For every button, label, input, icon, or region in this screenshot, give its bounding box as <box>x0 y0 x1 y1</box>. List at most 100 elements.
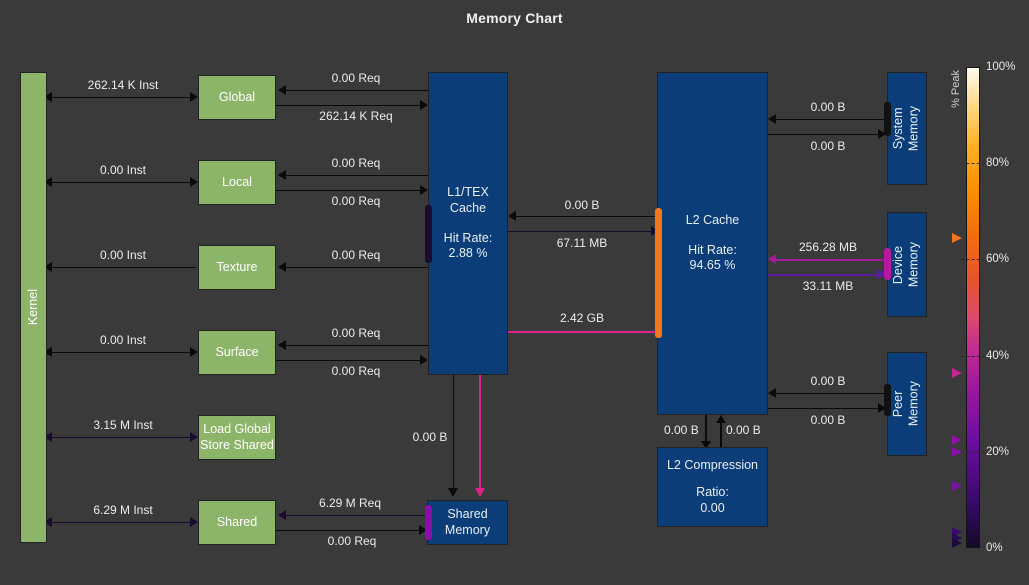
node-l1tex-cache[interactable]: L1/TEX Cache Hit Rate: 2.88 % <box>428 72 508 375</box>
node-shared[interactable]: Shared <box>198 500 276 545</box>
node-l2-compression[interactable]: L2 Compression Ratio: 0.00 <box>657 447 768 527</box>
node-local-label: Local <box>222 174 252 189</box>
node-shared-label: Shared <box>216 514 258 529</box>
edge-global-l1-out-arrow <box>420 100 428 110</box>
edge-l2-sys-in-arrow <box>768 114 776 124</box>
node-shared-memory-accent <box>425 505 432 540</box>
node-l2-compression-metric-label: Ratio: <box>696 485 729 500</box>
edge-kernel-texture-label: 0.00 Inst <box>99 248 147 262</box>
node-surface[interactable]: Surface <box>198 330 276 375</box>
node-system-memory-label: System Memory <box>891 105 921 152</box>
edge-l1-shared-memory-arrow <box>448 488 458 497</box>
edge-kernel-surface-label: 0.00 Inst <box>99 333 147 347</box>
colorbar-tick <box>961 451 985 453</box>
edge-l2-comp-down-line <box>705 415 707 441</box>
node-device-memory-label: Device Memory <box>891 241 921 288</box>
edge-surface-l1-in-line <box>285 345 428 346</box>
colorbar-marker <box>952 538 962 549</box>
edge-local-l1-out-line <box>276 190 420 191</box>
edge-l2-peer-in-line <box>775 393 885 394</box>
node-shared-memory[interactable]: Shared Memory <box>427 500 508 545</box>
edge-l2-comp-down-label: 0.00 B <box>664 423 699 437</box>
node-l2-cache[interactable]: L2 Cache Hit Rate: 94.65 % <box>657 72 768 415</box>
edge-l2-comp-up-line <box>720 423 722 447</box>
node-l2-cache-accent <box>655 208 662 338</box>
edge-local-l1-in-arrow <box>278 170 286 180</box>
node-texture-label: Texture <box>216 259 258 274</box>
node-shared-memory-label: Shared Memory <box>444 506 491 537</box>
node-system-memory-accent <box>884 102 891 136</box>
node-l2-cache-metric-label: Hit Rate: <box>688 242 737 257</box>
edge-l2-peer-out-label: 0.00 B <box>810 413 846 427</box>
node-local[interactable]: Local <box>198 160 276 205</box>
edge-l2-peer-in-label: 0.00 B <box>810 374 846 388</box>
edge-l2-dev-in-label: 256.28 MB <box>798 240 858 254</box>
edge-kernel-global-arrow-right <box>190 92 198 102</box>
edge-l2-sys-out-line <box>768 134 878 135</box>
node-system-memory[interactable]: System Memory <box>887 72 927 185</box>
node-kernel[interactable]: Kernel <box>20 72 47 543</box>
colorbar-marker <box>952 434 962 445</box>
edge-l2-dev-in-arrow <box>768 254 776 264</box>
edge-l2-peer-in-arrow <box>768 388 776 398</box>
edge-l1-shared-memory-label: 0.00 B <box>412 430 448 444</box>
colorbar-tick-label: 80% <box>986 157 1010 170</box>
colorbar-tick <box>961 355 985 357</box>
edge-surface-l1-in-arrow <box>278 340 286 350</box>
edge-global-l1-out-label: 262.14 K Req <box>319 109 393 123</box>
node-l2-compression-metric-value: 0.00 <box>700 500 725 515</box>
colorbar-tick-label: 60% <box>986 253 1010 266</box>
node-global[interactable]: Global <box>198 75 276 120</box>
colorbar-axis-label: % Peak <box>950 70 962 108</box>
edge-kernel-global-label: 262.14 K Inst <box>87 78 159 92</box>
edge-kernel-surface-arrow-right <box>190 347 198 357</box>
node-peer-memory-label: Peer Memory <box>891 381 921 427</box>
edge-kernel-shared-line <box>50 522 196 523</box>
colorbar-marker <box>952 232 962 243</box>
node-l1tex-cache-name: L1/TEX Cache <box>447 185 489 215</box>
edge-shared-sm-in-line <box>285 515 428 516</box>
edge-l2-shared-memory-label: 2.42 GB <box>559 311 605 325</box>
colorbar-marker <box>952 368 962 379</box>
colorbar-gradient[interactable] <box>966 67 980 548</box>
node-texture[interactable]: Texture <box>198 245 276 290</box>
colorbar-tick-label: 40% <box>986 349 1010 362</box>
node-peer-memory[interactable]: Peer Memory <box>887 352 927 456</box>
edge-global-l1-in-label: 0.00 Req <box>331 71 381 85</box>
node-device-memory[interactable]: Device Memory <box>887 212 927 317</box>
edge-l2-shared-memory-arrow <box>475 488 485 497</box>
edge-l2-peer-out-line <box>768 408 878 409</box>
edge-kernel-lgss-arrow-right <box>190 432 198 442</box>
colorbar-tick-label: 0% <box>986 542 1003 554</box>
node-load-global-store-shared[interactable]: Load Global Store Shared <box>198 415 276 460</box>
edge-local-l1-in-line <box>285 175 428 176</box>
edge-kernel-shared-label: 6.29 M Inst <box>93 503 153 517</box>
edge-surface-l1-out-line <box>276 360 420 361</box>
edge-l2-sys-in-label: 0.00 B <box>810 100 846 114</box>
edge-kernel-global-line <box>50 97 196 98</box>
edge-texture-l1-in-arrow <box>278 262 286 272</box>
edge-kernel-lgss-line <box>50 437 196 438</box>
edge-local-l1-out-label: 0.00 Req <box>331 194 381 208</box>
edge-kernel-texture-line <box>50 267 196 268</box>
colorbar-tick-label: 100% <box>986 61 1016 73</box>
node-l1tex-cache-metric-label: Hit Rate: <box>443 230 493 245</box>
edge-shared-sm-out-line <box>276 530 419 531</box>
edge-l1-l2-in-label: 0.00 B <box>564 198 600 212</box>
edge-l1-l2-in-arrow <box>508 211 516 221</box>
node-device-memory-accent <box>884 248 891 280</box>
edge-global-l1-in-line <box>285 90 428 91</box>
edge-local-l1-in-label: 0.00 Req <box>331 156 381 170</box>
edge-l2-dev-out-label: 33.11 MB <box>802 279 854 293</box>
edge-global-l1-out-line <box>276 105 420 106</box>
node-l1tex-cache-metric-value: 2.88 % <box>448 246 488 261</box>
colorbar-marker <box>952 480 962 491</box>
edge-l2-comp-up-label: 0.00 B <box>726 423 761 437</box>
node-peer-memory-accent <box>884 384 891 416</box>
colorbar-tick <box>961 163 985 165</box>
node-l1tex-cache-accent <box>425 205 432 263</box>
edge-surface-l1-in-label: 0.00 Req <box>331 326 381 340</box>
edge-l1-shared-memory-line <box>453 375 454 488</box>
edge-texture-l1-in-label: 0.00 Req <box>331 248 381 262</box>
node-kernel-label: Kernel <box>25 289 40 326</box>
